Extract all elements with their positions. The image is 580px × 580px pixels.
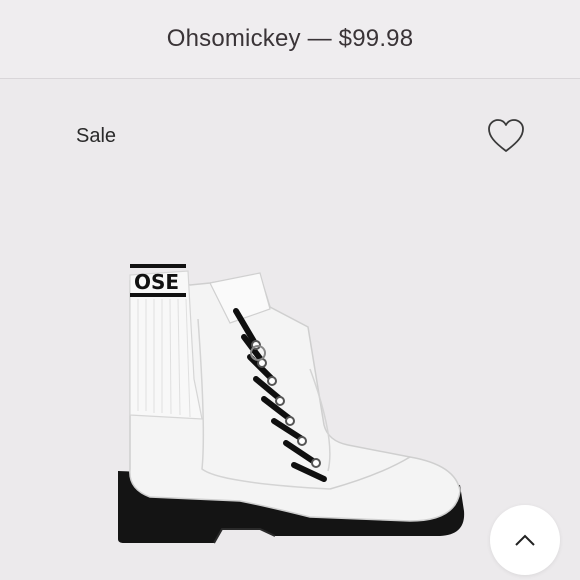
sale-label: Sale bbox=[76, 125, 117, 147]
chevron-up-icon bbox=[515, 534, 535, 546]
scroll-to-top-button[interactable] bbox=[490, 505, 560, 575]
product-image-area: Sale OSE bbox=[0, 79, 580, 580]
heart-outline-icon bbox=[488, 119, 524, 152]
favorite-button[interactable] bbox=[486, 118, 526, 154]
product-photo[interactable]: OSE bbox=[110, 239, 470, 559]
listing-header: Ohsomickey — $99.98 bbox=[0, 0, 580, 79]
listing-title: Ohsomickey — $99.98 bbox=[166, 25, 414, 52]
boot-collar-text: OSE bbox=[134, 270, 179, 294]
